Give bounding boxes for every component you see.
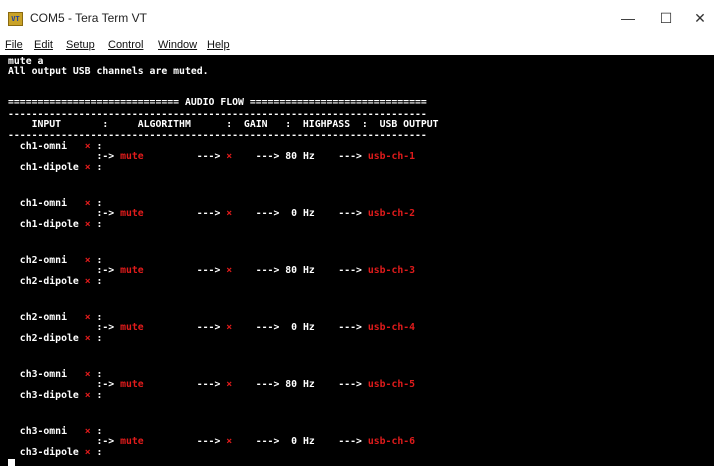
- maximize-button[interactable]: ☐: [646, 6, 686, 30]
- flow-arrow: --->: [196, 265, 227, 276]
- separator-line: ----------------------------------------…: [8, 130, 427, 141]
- tera-term-icon: VT: [8, 12, 23, 26]
- menu-file[interactable]: File: [5, 39, 23, 51]
- algorithm-value: mute: [120, 208, 197, 219]
- close-button[interactable]: ✕: [686, 6, 714, 30]
- flow-arrow: --->: [314, 265, 368, 276]
- input-dipole-label: ch1-dipole: [8, 219, 85, 230]
- menu-control[interactable]: Control: [108, 39, 143, 51]
- flow-arrow: :->: [8, 322, 121, 333]
- flow-arrow: --->: [314, 208, 368, 219]
- channel-dipole-line: ch3-dipole × :: [8, 390, 103, 401]
- menu-window[interactable]: Window: [158, 39, 197, 51]
- flow-arrow: --->: [196, 208, 227, 219]
- flow-arrow: :->: [8, 379, 121, 390]
- menu-setup-label: Setup: [66, 39, 95, 51]
- algorithm-value: mute: [120, 322, 197, 333]
- input-dipole-label: ch3-dipole: [8, 390, 85, 401]
- usb-output-value: usb-ch-5: [367, 379, 416, 390]
- channel-dipole-line: ch2-dipole × :: [8, 333, 103, 344]
- menu-window-label: Window: [158, 39, 198, 51]
- channel-dipole-line: ch1-dipole × :: [8, 162, 103, 173]
- menu-bar: File Edit Setup Control Window Help: [0, 38, 714, 55]
- menu-edit-label: Edit: [34, 39, 53, 51]
- menu-setup[interactable]: Setup: [66, 39, 95, 51]
- flow-pipe: :: [90, 276, 103, 287]
- flow-arrow: :->: [8, 151, 121, 162]
- flow-arrow: --->: [314, 379, 368, 390]
- menu-file-label: File: [5, 39, 23, 51]
- flow-arrow: --->: [314, 322, 368, 333]
- flow-arrow: --->: [232, 322, 286, 333]
- channel-flow-line: :-> mute ---> × ---> 80 Hz ---> usb-ch-3: [8, 265, 415, 276]
- window-bottom-edge: [0, 466, 714, 470]
- flow-arrow: --->: [232, 151, 286, 162]
- input-dipole-label: ch2-dipole: [8, 276, 85, 287]
- response-line: All output USB channels are muted.: [8, 66, 209, 77]
- algorithm-value: mute: [120, 379, 197, 390]
- flow-arrow: --->: [196, 322, 227, 333]
- minimize-button[interactable]: —: [608, 6, 648, 30]
- highpass-value: 0 Hz: [285, 436, 315, 447]
- flow-pipe: :: [90, 390, 103, 401]
- flow-arrow: --->: [314, 436, 368, 447]
- channel-dipole-line: ch1-dipole × :: [8, 219, 103, 230]
- menu-edit[interactable]: Edit: [34, 39, 53, 51]
- usb-output-value: usb-ch-1: [367, 151, 416, 162]
- input-dipole-label: ch1-dipole: [8, 162, 85, 173]
- channel-flow-line: :-> mute ---> × ---> 0 Hz ---> usb-ch-2: [8, 208, 415, 219]
- channel-dipole-line: ch2-dipole × :: [8, 276, 103, 287]
- channel-dipole-line: ch3-dipole × :: [8, 447, 103, 458]
- algorithm-value: mute: [120, 265, 197, 276]
- flow-pipe: :: [90, 333, 103, 344]
- highpass-value: 80 Hz: [285, 379, 315, 390]
- flow-arrow: :->: [8, 265, 121, 276]
- flow-pipe: :: [90, 447, 103, 458]
- flow-arrow: --->: [196, 379, 227, 390]
- flow-pipe: :: [90, 219, 103, 230]
- flow-arrow: --->: [232, 208, 286, 219]
- input-dipole-label: ch2-dipole: [8, 333, 85, 344]
- algorithm-value: mute: [120, 436, 197, 447]
- usb-output-value: usb-ch-3: [367, 265, 416, 276]
- algorithm-value: mute: [120, 151, 197, 162]
- flow-pipe: :: [90, 162, 103, 173]
- highpass-value: 80 Hz: [285, 151, 315, 162]
- flow-arrow: --->: [314, 151, 368, 162]
- window-title: COM5 - Tera Term VT: [30, 11, 147, 25]
- flow-arrow: :->: [8, 436, 121, 447]
- highpass-value: 80 Hz: [285, 265, 315, 276]
- menu-control-label: Control: [108, 39, 144, 51]
- usb-output-value: usb-ch-6: [367, 436, 416, 447]
- channel-flow-line: :-> mute ---> × ---> 80 Hz ---> usb-ch-5: [8, 379, 415, 390]
- highpass-value: 0 Hz: [285, 322, 315, 333]
- flow-arrow: --->: [232, 379, 286, 390]
- usb-output-value: usb-ch-4: [367, 322, 416, 333]
- flow-arrow: --->: [196, 151, 227, 162]
- channel-flow-line: :-> mute ---> × ---> 80 Hz ---> usb-ch-1: [8, 151, 415, 162]
- menu-help[interactable]: Help: [207, 39, 230, 51]
- flow-header: ============================= AUDIO FLOW…: [8, 97, 427, 108]
- title-bar[interactable]: VT COM5 - Tera Term VT — ☐ ✕: [0, 0, 714, 36]
- menu-help-label: Help: [207, 39, 230, 51]
- highpass-value: 0 Hz: [285, 208, 315, 219]
- channel-flow-line: :-> mute ---> × ---> 0 Hz ---> usb-ch-6: [8, 436, 415, 447]
- usb-output-value: usb-ch-2: [367, 208, 416, 219]
- flow-arrow: :->: [8, 208, 121, 219]
- input-dipole-label: ch3-dipole: [8, 447, 85, 458]
- column-header: INPUT : ALGORITHM : GAIN : HIGHPASS : US…: [8, 119, 439, 130]
- flow-arrow: --->: [196, 436, 227, 447]
- channel-flow-line: :-> mute ---> × ---> 0 Hz ---> usb-ch-4: [8, 322, 415, 333]
- flow-arrow: --->: [232, 265, 286, 276]
- flow-arrow: --->: [232, 436, 286, 447]
